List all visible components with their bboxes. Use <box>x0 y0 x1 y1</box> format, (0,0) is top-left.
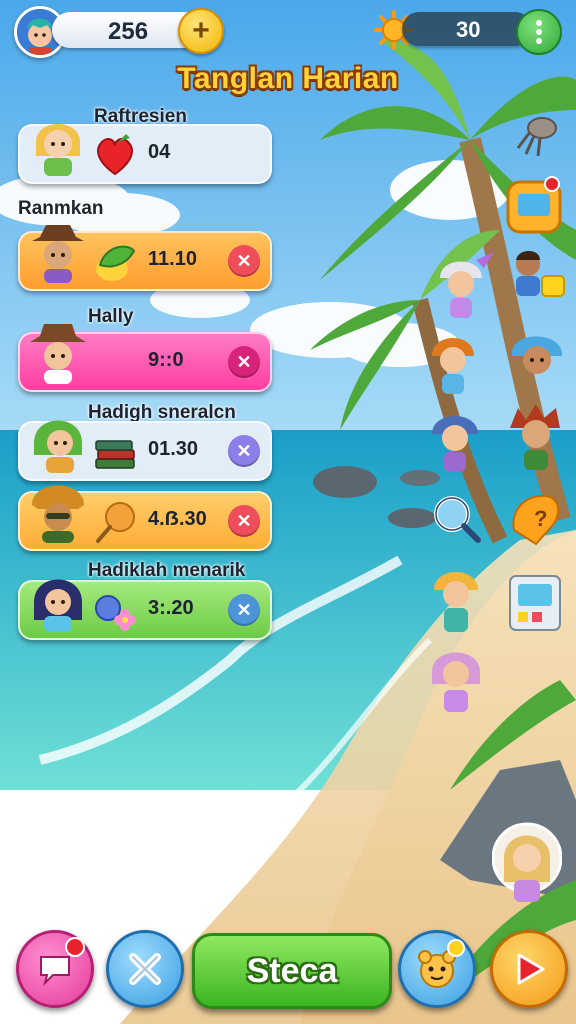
energy-counter: 30 <box>402 12 532 46</box>
character-leafy-icon <box>32 485 84 543</box>
flower-icon <box>95 595 136 631</box>
card-value-4: 01.30 <box>148 438 199 460</box>
page-title: Tanglan Harian <box>177 62 399 95</box>
character-blonde-bust-icon[interactable] <box>492 818 562 908</box>
character-blonde-girl-icon <box>36 124 80 176</box>
close-icon: ✕ <box>236 599 252 620</box>
machine-icon[interactable] <box>504 566 568 636</box>
character-green-hood-icon <box>34 420 82 473</box>
add-coins-button[interactable]: + <box>178 8 224 54</box>
coin-value: 256 <box>108 18 149 45</box>
pet-button[interactable] <box>398 930 476 1008</box>
close-button[interactable] <box>106 930 184 1008</box>
character-orange-hair-icon[interactable] <box>428 332 478 398</box>
menu-button[interactable] <box>516 9 562 55</box>
card-value-6: 3:.20 <box>148 597 194 619</box>
dismiss-button-5[interactable]: ✕ <box>228 505 260 537</box>
plus-icon: + <box>192 14 210 47</box>
magnifier-icon[interactable] <box>430 492 482 544</box>
reward-card-5[interactable]: 4.ẞ.30 ✕ <box>18 485 272 551</box>
character-blue-beanie-icon[interactable] <box>428 408 482 476</box>
reward-card-2[interactable]: 11.10 ✕ <box>18 225 272 291</box>
heart-icon <box>97 134 133 176</box>
play-icon <box>517 953 545 985</box>
map-card-icon[interactable] <box>504 176 564 236</box>
dismiss-button-6[interactable]: ✕ <box>228 594 260 626</box>
character-spiky-hair-icon[interactable] <box>506 404 568 476</box>
card-label-2: Ranmkan <box>18 198 104 219</box>
dismiss-button-4[interactable]: ✕ <box>228 435 260 467</box>
dismiss-button-3[interactable]: ✕ <box>228 346 260 378</box>
reward-card-3[interactable]: 9::0 ✕ <box>18 324 272 392</box>
card-label-3: Hally <box>88 306 134 327</box>
leaf-icon <box>96 245 136 281</box>
close-icon: ✕ <box>236 510 252 531</box>
book-stack-icon <box>95 440 135 469</box>
card-value-3: 9::0 <box>148 349 184 371</box>
reward-card-4[interactable]: 01.30 ✕ <box>18 420 272 481</box>
character-cowboy-icon <box>32 225 84 283</box>
notification-dot <box>447 939 465 957</box>
character-blue-hair-icon[interactable] <box>508 330 566 390</box>
character-pink-hair-girl-icon[interactable] <box>428 644 484 716</box>
reward-card-1[interactable]: 04 <box>18 124 272 184</box>
steca-button[interactable]: Steca <box>192 933 392 1009</box>
close-icon: ✕ <box>236 250 252 271</box>
card-value-2: 11.10 <box>148 248 197 270</box>
card-value-1: 04 <box>148 141 171 163</box>
vertical-dots-icon <box>536 20 542 26</box>
character-dark-hair-girl-icon <box>34 579 82 632</box>
card-value-5: 4.ẞ.30 <box>148 508 207 530</box>
card-label-6: Hadiklah menarik <box>88 560 246 581</box>
lollipop-icon <box>96 502 135 543</box>
help-hand-icon[interactable]: ? <box>506 490 564 550</box>
reward-card-6[interactable]: 3:.20 ✕ <box>18 579 272 640</box>
play-button[interactable] <box>490 930 568 1008</box>
character-hat-man-icon <box>30 324 86 384</box>
energy-value: 30 <box>456 17 481 42</box>
character-beanie-icon[interactable] <box>432 252 494 322</box>
close-icon: ✕ <box>236 351 252 372</box>
squid-icon[interactable] <box>512 112 562 158</box>
notification-dot <box>65 937 85 957</box>
chat-button[interactable] <box>16 930 94 1008</box>
top-bar: 256 + 30 <box>0 0 576 60</box>
character-boy-icon[interactable] <box>506 246 568 306</box>
close-icon <box>129 953 161 985</box>
character-waving-boy-icon[interactable] <box>428 566 486 636</box>
close-icon: ✕ <box>236 440 252 461</box>
dismiss-button-2[interactable]: ✕ <box>228 245 260 277</box>
svg-text:?: ? <box>534 506 547 531</box>
